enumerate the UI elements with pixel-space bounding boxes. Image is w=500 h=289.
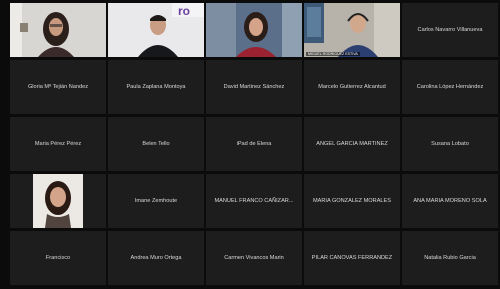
participant-name: Maria Pérez Pérez: [34, 140, 82, 147]
participant-tile[interactable]: iPad de Elena: [206, 117, 302, 171]
participant-name: ANGEL GARCIA MARTINEZ: [316, 140, 388, 147]
participant-name: Andrea Muro Ortega: [130, 254, 182, 261]
participant-name: Belen Tello: [142, 140, 170, 147]
participant-tile[interactable]: ANA MARIA MORENO SOLA: [402, 174, 498, 228]
participant-tile[interactable]: Gloria Mª Tejián Nandez: [10, 60, 106, 114]
participant-name: Carlos Navarro Villanueva: [417, 26, 483, 33]
participant-name: Francisco: [45, 254, 71, 261]
participant-name: MARIA GONZALEZ MORALES: [312, 197, 392, 204]
participant-name: Paula Zaplana Montoya: [126, 83, 186, 90]
participant-tile[interactable]: MARIA GONZALEZ MORALES: [304, 174, 400, 228]
participant-name: iPad de Elena: [236, 140, 272, 147]
participant-video-tile[interactable]: ro: [108, 3, 204, 57]
participant-name-caption: MIGUEL RODRIGUEZ ESTIVA: [306, 52, 360, 56]
participant-tile[interactable]: David Martinez Sánchez: [206, 60, 302, 114]
participant-video-tile[interactable]: MIGUEL RODRIGUEZ ESTIVA: [304, 3, 400, 57]
participant-tile[interactable]: Maria Pérez Pérez: [10, 117, 106, 171]
participant-tile[interactable]: Andrea Muro Ortega: [108, 231, 204, 285]
participant-profile-photo: [33, 174, 83, 228]
participant-tile[interactable]: Susana Lobato: [402, 117, 498, 171]
participant-gallery: ro MIGUEL RODRIGUEZ ESTIVA Carlos Navarr…: [10, 3, 498, 286]
participant-name: ANA MARIA MORENO SOLA: [413, 197, 487, 204]
participant-name: Marcelo Gutierrez Alcantud: [318, 83, 386, 90]
participant-name: Natalia Rubio Garcia: [424, 254, 476, 261]
participant-tile[interactable]: Carolina López Hernández: [402, 60, 498, 114]
participant-name: Carolina López Hernández: [416, 83, 484, 90]
participant-tile[interactable]: Natalia Rubio Garcia: [402, 231, 498, 285]
participant-tile[interactable]: Imane Zemhoute: [108, 174, 204, 228]
participant-name: Gloria Mª Tejián Nandez: [27, 83, 89, 90]
participant-name: Susana Lobato: [431, 140, 469, 147]
participant-name: Imane Zemhoute: [134, 197, 178, 204]
svg-text:ro: ro: [178, 4, 190, 18]
participant-name: Carmen Vivancos Marin: [224, 254, 284, 261]
participant-name: MANUEL FRANCO CAÑIZAR...: [214, 197, 294, 204]
participant-tile[interactable]: PILAR CANOVAS FERRANDEZ: [304, 231, 400, 285]
participant-video-tile[interactable]: [206, 3, 302, 57]
participant-tile[interactable]: MANUEL FRANCO CAÑIZAR...: [206, 174, 302, 228]
participant-tile[interactable]: [10, 174, 106, 228]
participant-video-feed: ro: [108, 3, 204, 57]
participant-tile[interactable]: Francisco: [10, 231, 106, 285]
participant-video-tile[interactable]: [10, 3, 106, 57]
participant-tile[interactable]: Paula Zaplana Montoya: [108, 60, 204, 114]
participant-name: PILAR CANOVAS FERRANDEZ: [311, 254, 393, 261]
participant-tile[interactable]: Belen Tello: [108, 117, 204, 171]
participant-tile[interactable]: Marcelo Gutierrez Alcantud: [304, 60, 400, 114]
participant-tile[interactable]: ANGEL GARCIA MARTINEZ: [304, 117, 400, 171]
participant-video-feed: [304, 3, 400, 57]
participant-tile[interactable]: Carlos Navarro Villanueva: [402, 3, 498, 57]
participant-video-feed: [10, 3, 106, 57]
participant-tile[interactable]: Carmen Vivancos Marin: [206, 231, 302, 285]
participant-video-feed: [206, 3, 302, 57]
participant-name: David Martinez Sánchez: [223, 83, 285, 90]
